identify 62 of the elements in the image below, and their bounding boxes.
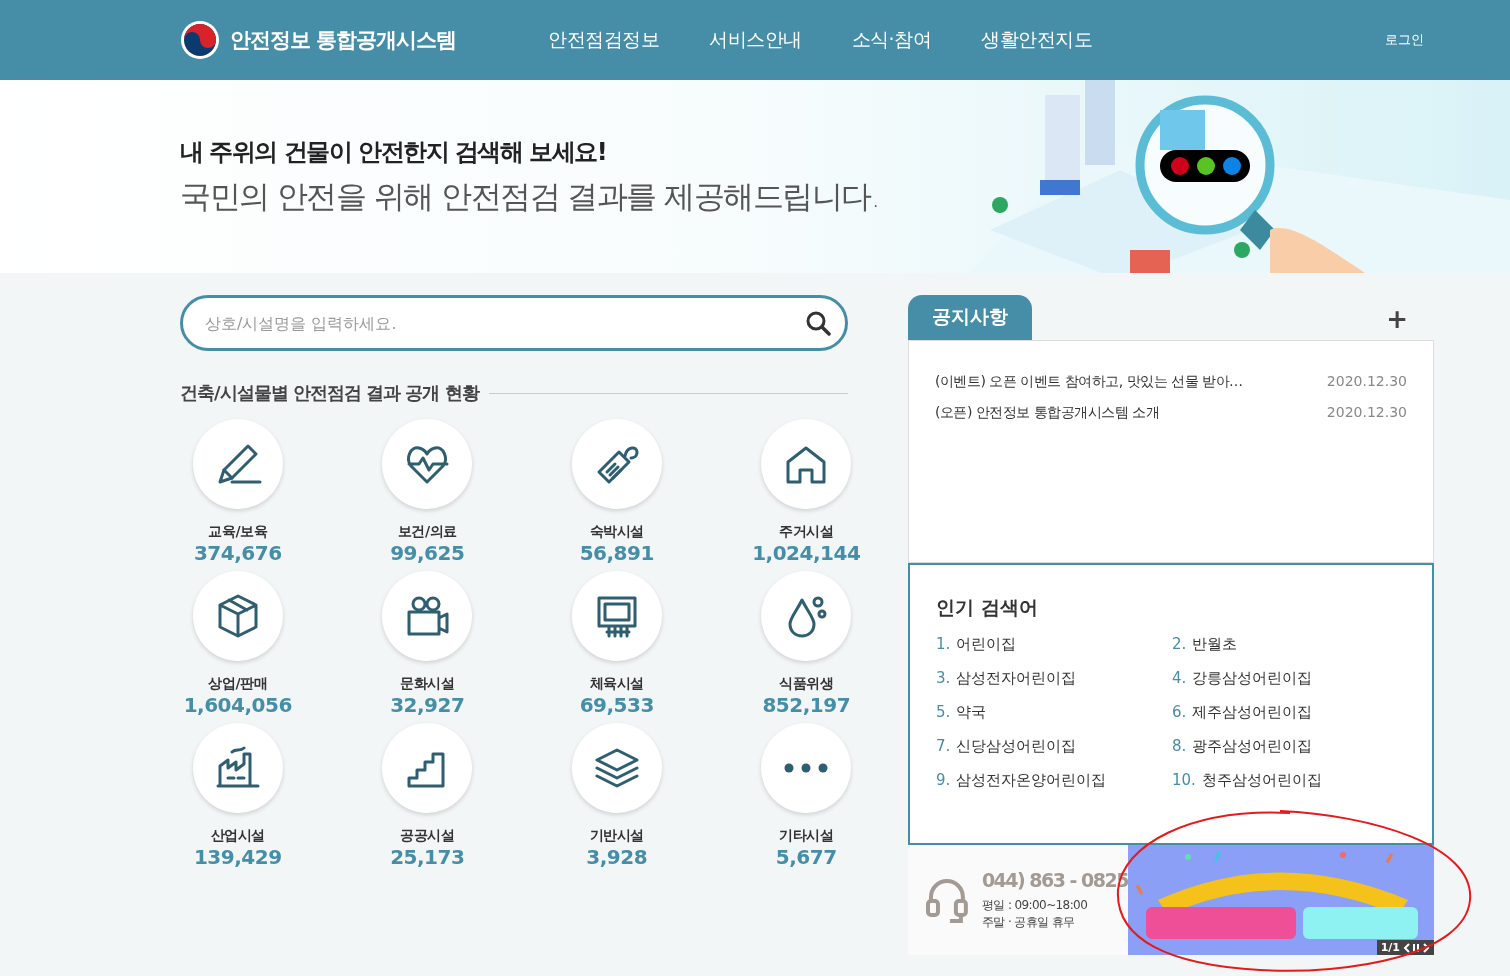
nav-link[interactable]: 안전점검정보: [548, 27, 659, 53]
panel-title: 인기 검색어: [936, 595, 1039, 620]
emblem-icon: [180, 20, 220, 60]
search-term-link[interactable]: 6. 제주삼성어린이집: [1172, 703, 1406, 722]
more-link[interactable]: +: [1386, 304, 1408, 334]
office-hours: 평일 : 09:00~18:00: [981, 897, 1089, 914]
category-label: 산업시설: [210, 827, 265, 845]
category-count: 1,024,144: [752, 541, 861, 565]
site-title: 안전정보 통합공개시스템: [230, 27, 457, 54]
category-label: 보건/의료: [397, 523, 457, 541]
category-count: 56,891: [579, 541, 654, 565]
pause-button[interactable]: [1413, 942, 1420, 953]
search-term-link[interactable]: 2. 반월초: [1172, 635, 1406, 654]
category-count: 69,533: [579, 693, 654, 717]
nav-link[interactable]: 서비스안내: [709, 27, 802, 53]
category-label: 기타시설: [779, 827, 834, 845]
category-count: 139,429: [193, 845, 282, 869]
category-label: 주거시설: [779, 523, 834, 541]
category-label: 교육/보육: [208, 523, 268, 541]
search-icon[interactable]: [805, 310, 831, 336]
closed-days: 주말 · 공휴일 휴무: [981, 914, 1128, 931]
notice-title[interactable]: (오픈) 안전정보 통합공개시스템 소개: [935, 404, 1160, 422]
category-label: 기반시설: [589, 827, 644, 845]
next-button[interactable]: [1423, 942, 1430, 953]
search-term-link[interactable]: 1. 어린이집: [936, 635, 1172, 654]
search-term-link[interactable]: 7. 신당삼성어린이집: [936, 737, 1172, 756]
category-count: 99,625: [390, 541, 465, 565]
category-label: 문화시설: [400, 675, 455, 693]
hero-headline: 내 주위의 건물이 안전한지 검색해 보세요!: [180, 136, 608, 168]
notice-date: 2020.12.30: [1326, 404, 1407, 422]
search-term-link[interactable]: 5. 약국: [936, 703, 1172, 722]
category-count: 3,928: [586, 845, 648, 869]
category-label: 식품위생: [779, 675, 834, 693]
search-term-link[interactable]: 8. 광주삼성어린이집: [1172, 737, 1406, 756]
category-count: 5,677: [775, 845, 837, 869]
search-term-link[interactable]: 9. 삼성전자온양어린이집: [936, 771, 1172, 790]
category-count: 852,197: [762, 693, 851, 717]
more-icon: [784, 763, 829, 773]
search-input[interactable]: 상호/시설명을 입력하세요.: [203, 312, 805, 334]
search-term-link[interactable]: 4. 강릉삼성어린이집: [1172, 669, 1406, 688]
category-count: 32,927: [390, 693, 465, 717]
slide-counter: 1/1: [1380, 941, 1400, 954]
login-link[interactable]: 로그인: [1385, 31, 1424, 49]
category-count: 25,173: [390, 845, 465, 869]
category-count: 374,676: [193, 541, 282, 565]
category-label: 숙박시설: [589, 523, 644, 541]
search-bar[interactable]: 상호/시설명을 입력하세요.: [180, 295, 848, 351]
category-label: 공공시설: [400, 827, 455, 845]
nav-link[interactable]: 소식·참여: [851, 27, 932, 53]
category-label: 체육시설: [589, 675, 644, 693]
category-label: 상업/판매: [208, 675, 268, 693]
nav-link[interactable]: 생활안전지도: [981, 27, 1093, 53]
category-count: 1,604,056: [183, 693, 292, 717]
search-term-link[interactable]: 3. 삼성전자어린이집: [936, 669, 1172, 688]
hero-subline: 국민의 안전을 위해 안전점검 결과를 제공해드립니다.: [180, 176, 880, 216]
notice-tab[interactable]: 공지사항: [908, 295, 1032, 340]
headset-icon: [926, 877, 968, 923]
section-title: 건축/시설물별 안전점검 결과 공개 현황: [180, 381, 479, 405]
previous-button[interactable]: [1403, 942, 1410, 953]
search-term-link[interactable]: 10. 청주삼성어린이집: [1172, 771, 1406, 790]
notice-date: 2020.12.30: [1326, 373, 1407, 391]
notice-title[interactable]: (이벤트) 오픈 이벤트 참여하고, 맛있는 선물 받아…: [935, 373, 1243, 391]
